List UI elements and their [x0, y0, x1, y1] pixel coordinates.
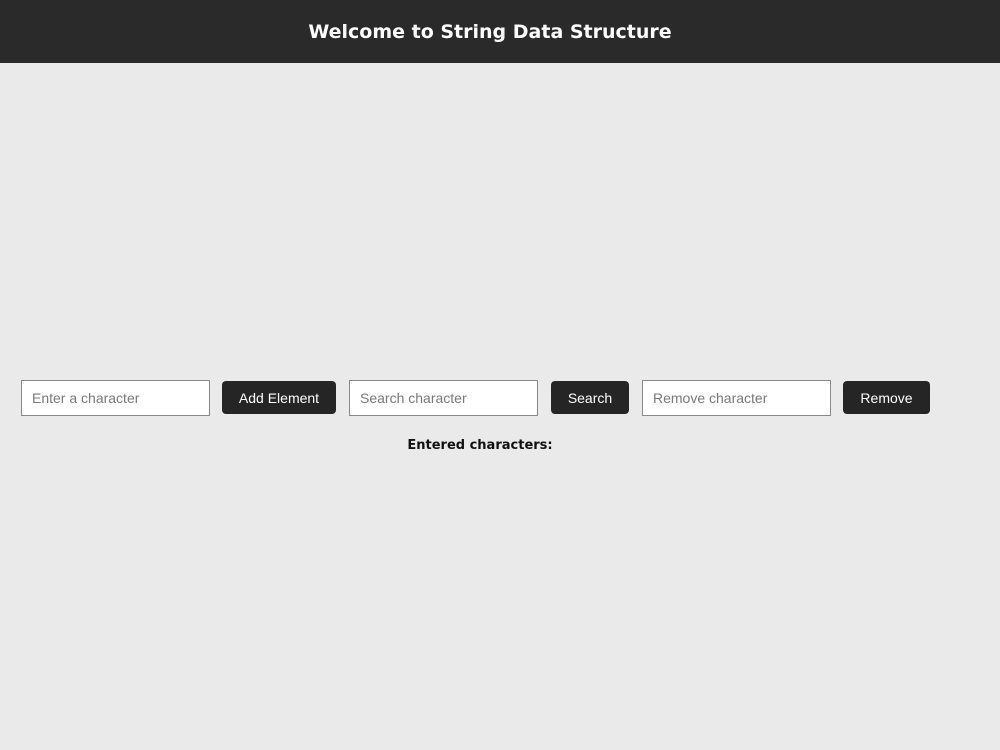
search-character-input[interactable] [349, 380, 538, 416]
add-character-input[interactable] [21, 380, 210, 416]
search-button[interactable]: Search [551, 381, 629, 414]
remove-character-input[interactable] [642, 380, 831, 416]
remove-button[interactable]: Remove [843, 381, 930, 414]
add-element-button[interactable]: Add Element [222, 381, 336, 414]
entered-characters-label: Entered characters: [407, 438, 553, 453]
page-header: Welcome to String Data Structure [0, 0, 1000, 63]
page-title: Welcome to String Data Structure [308, 20, 672, 43]
